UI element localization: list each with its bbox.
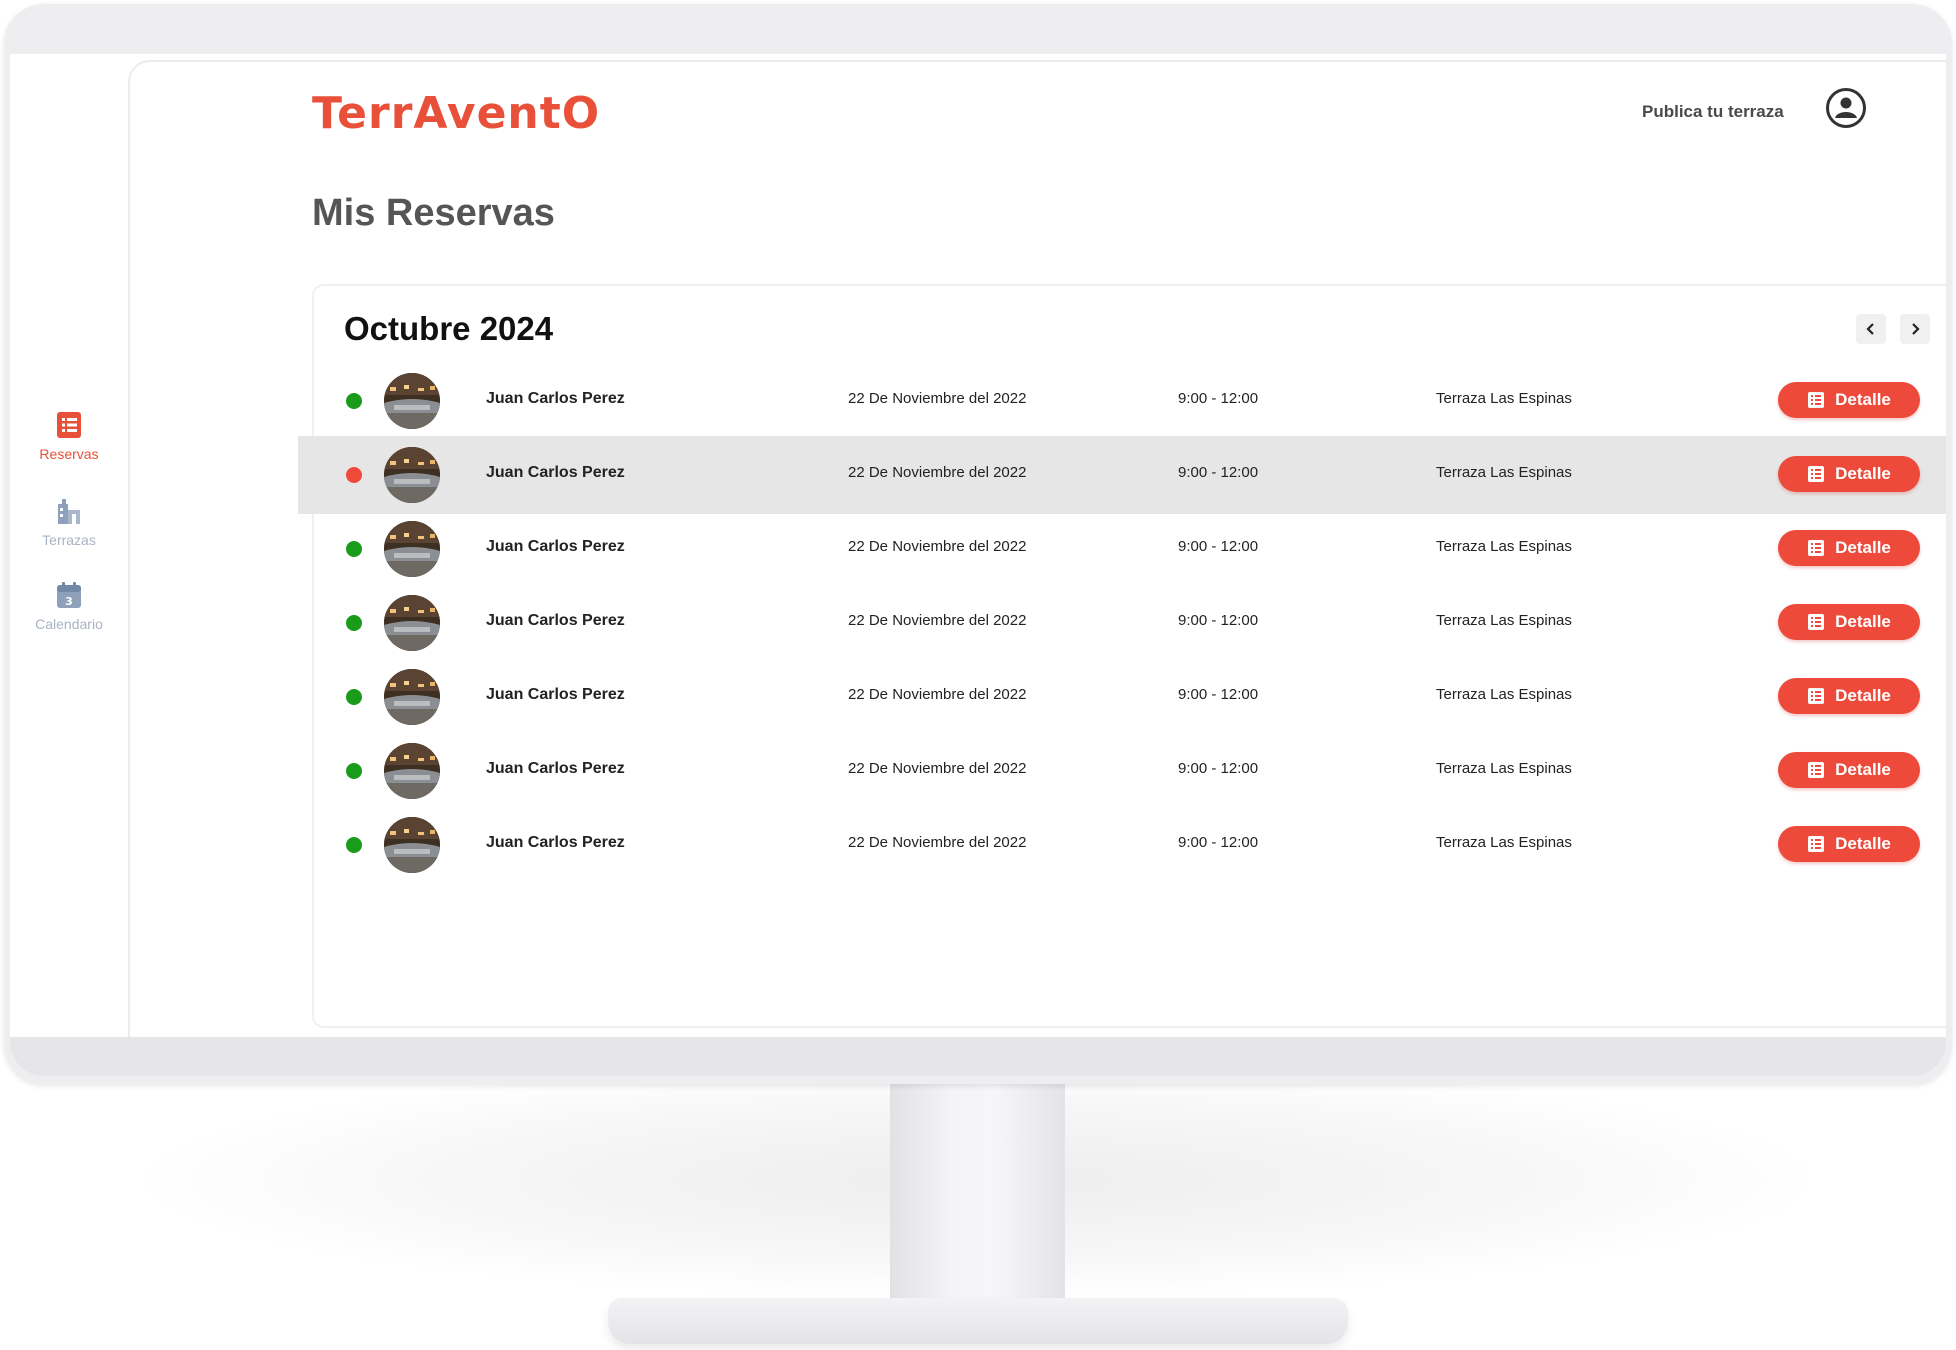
reservation-time: 9:00 - 12:00 [1178, 464, 1259, 481]
terrace-name: Terraza Las Espinas [1436, 686, 1572, 703]
status-dot [346, 541, 362, 557]
list-icon [1808, 392, 1825, 408]
svg-text:3: 3 [65, 595, 73, 608]
terrace-name: Terraza Las Espinas [1436, 538, 1572, 555]
detail-button[interactable]: Detalle [1778, 752, 1920, 788]
detail-button-label: Detalle [1835, 834, 1891, 853]
terrace-name: Terraza Las Espinas [1436, 464, 1572, 481]
sidebar-item-label: Reservas [39, 446, 99, 462]
terrace-name: Terraza Las Espinas [1436, 834, 1572, 851]
terrace-avatar [384, 521, 440, 577]
reservations-card: Octubre 2024 Juan Carlos Perez 22 De Nov… [298, 284, 1946, 1028]
guest-name: Juan Carlos Perez [486, 686, 625, 703]
reservation-date: 22 De Noviembre del 2022 [848, 464, 1027, 481]
status-dot [346, 837, 362, 853]
reservation-time: 9:00 - 12:00 [1178, 760, 1259, 777]
sidebar-item-terrazas[interactable]: Terrazas [10, 496, 128, 548]
guest-name: Juan Carlos Perez [486, 464, 625, 481]
reservation-date: 22 De Noviembre del 2022 [848, 612, 1027, 629]
page-title: Mis Reservas [312, 192, 555, 234]
reservation-row[interactable]: Juan Carlos Perez 22 De Noviembre del 20… [298, 510, 1946, 588]
reservation-date: 22 De Noviembre del 2022 [848, 834, 1027, 851]
guest-name: Juan Carlos Perez [486, 390, 625, 407]
sidebar-item-reservas[interactable]: Reservas [10, 410, 128, 462]
list-icon [1808, 836, 1825, 852]
terrace-name: Terraza Las Espinas [1436, 390, 1572, 407]
status-dot [346, 467, 362, 483]
reservation-time: 9:00 - 12:00 [1178, 834, 1259, 851]
detail-button[interactable]: Detalle [1778, 826, 1920, 862]
status-dot [346, 689, 362, 705]
terrace-avatar [384, 595, 440, 651]
guest-name: Juan Carlos Perez [486, 612, 625, 629]
detail-button-label: Detalle [1835, 464, 1891, 483]
detail-button-label: Detalle [1835, 390, 1891, 409]
user-account-button[interactable] [1826, 88, 1866, 128]
detail-button[interactable]: Detalle [1778, 678, 1920, 714]
terrace-avatar [384, 743, 440, 799]
list-icon [1808, 614, 1825, 630]
terrace-name: Terraza Las Espinas [1436, 612, 1572, 629]
calendar-icon: 3 [57, 582, 81, 608]
detail-button[interactable]: Detalle [1778, 382, 1920, 418]
reservation-date: 22 De Noviembre del 2022 [848, 390, 1027, 407]
terrace-avatar [384, 373, 440, 429]
reservation-row[interactable]: Juan Carlos Perez 22 De Noviembre del 20… [298, 806, 1946, 884]
chevron-right-icon [1912, 323, 1920, 335]
detail-button[interactable]: Detalle [1778, 530, 1920, 566]
reservation-row[interactable]: Juan Carlos Perez 22 De Noviembre del 20… [298, 584, 1946, 662]
list-icon [1808, 466, 1825, 482]
sidebar-item-label: Calendario [35, 616, 103, 632]
status-dot [346, 615, 362, 631]
sidebar-item-label: Terrazas [42, 532, 96, 548]
guest-name: Juan Carlos Perez [486, 760, 625, 777]
list-icon [1808, 762, 1825, 778]
monitor-stand-base [608, 1298, 1348, 1344]
reservation-row[interactable]: Juan Carlos Perez 22 De Noviembre del 20… [298, 436, 1946, 514]
detail-button[interactable]: Detalle [1778, 456, 1920, 492]
terrace-name: Terraza Las Espinas [1436, 760, 1572, 777]
guest-name: Juan Carlos Perez [486, 834, 625, 851]
detail-button[interactable]: Detalle [1778, 604, 1920, 640]
chevron-left-icon [1866, 323, 1874, 335]
building-icon [58, 499, 80, 524]
reservation-row[interactable]: Juan Carlos Perez 22 De Noviembre del 20… [298, 362, 1946, 440]
reservation-time: 9:00 - 12:00 [1178, 538, 1259, 555]
prev-month-button[interactable] [1856, 314, 1886, 344]
reservation-time: 9:00 - 12:00 [1178, 612, 1259, 629]
status-dot [346, 393, 362, 409]
terrace-avatar [384, 817, 440, 873]
terravento-logo[interactable]: TerrAventO [312, 88, 600, 139]
monitor-stand-neck [890, 1080, 1065, 1320]
reservation-date: 22 De Noviembre del 2022 [848, 538, 1027, 555]
reservation-time: 9:00 - 12:00 [1178, 686, 1259, 703]
detail-button-label: Detalle [1835, 686, 1891, 705]
status-dot [346, 763, 362, 779]
reservation-time: 9:00 - 12:00 [1178, 390, 1259, 407]
main-content: TerrAventO Publica tu terraza Mis Reserv… [128, 60, 1946, 1037]
terrace-avatar [384, 447, 440, 503]
list-icon [1808, 540, 1825, 556]
reservation-date: 22 De Noviembre del 2022 [848, 760, 1027, 777]
detail-button-label: Detalle [1835, 612, 1891, 631]
next-month-button[interactable] [1900, 314, 1930, 344]
app-screen: Reservas Terrazas 3 Calendario TerrAvent… [10, 54, 1946, 1037]
list-icon [1808, 688, 1825, 704]
reservation-row[interactable]: Juan Carlos Perez 22 De Noviembre del 20… [298, 732, 1946, 810]
sidebar-item-calendario[interactable]: 3 Calendario [10, 580, 128, 632]
month-title: Octubre 2024 [344, 310, 554, 347]
list-icon [57, 412, 81, 438]
publish-terrace-link[interactable]: Publica tu terraza [1642, 102, 1784, 122]
logo-text: TerrAventO [312, 88, 601, 139]
sidebar: Reservas Terrazas 3 Calendario [10, 54, 128, 1037]
user-circle-icon [1835, 97, 1857, 118]
reservation-date: 22 De Noviembre del 2022 [848, 686, 1027, 703]
monitor-chin [10, 1032, 1946, 1076]
reservation-row[interactable]: Juan Carlos Perez 22 De Noviembre del 20… [298, 658, 1946, 736]
detail-button-label: Detalle [1835, 538, 1891, 557]
monitor-frame: Reservas Terrazas 3 Calendario TerrAvent… [4, 4, 1952, 1084]
detail-button-label: Detalle [1835, 760, 1891, 779]
terrace-avatar [384, 669, 440, 725]
guest-name: Juan Carlos Perez [486, 538, 625, 555]
